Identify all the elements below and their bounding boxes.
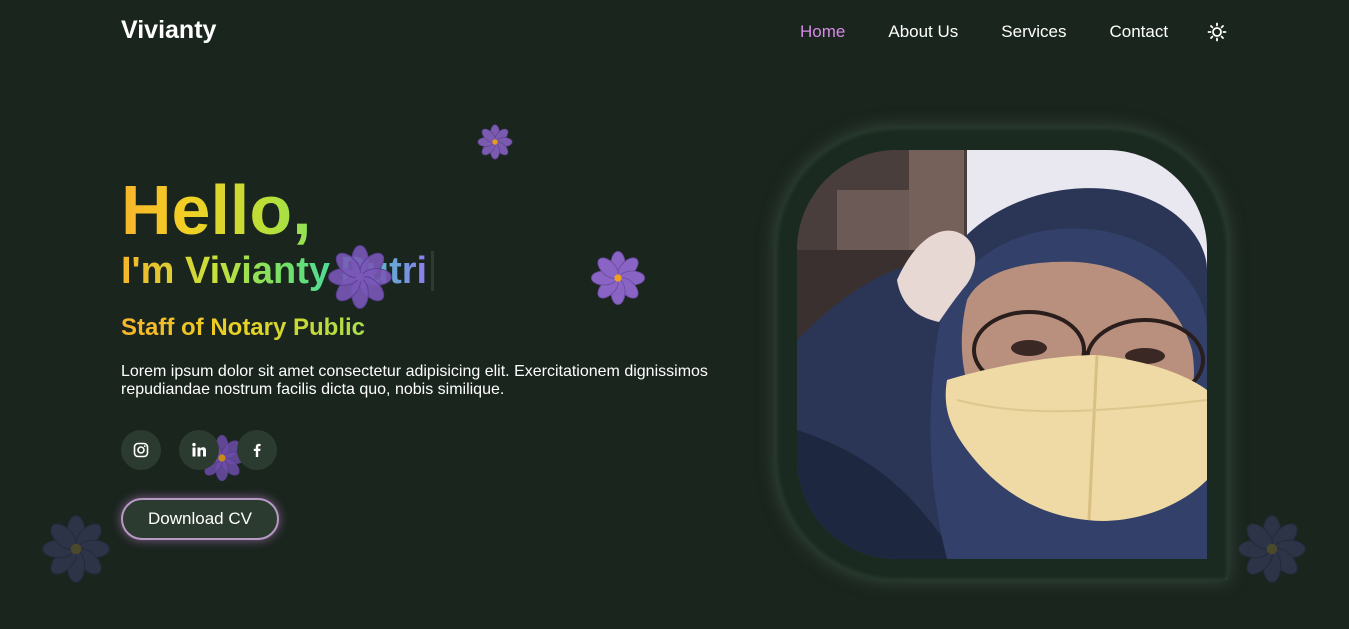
- instagram-icon: [133, 442, 149, 458]
- profile-photo-illustration: [797, 150, 1207, 559]
- linkedin-icon: [192, 442, 206, 457]
- nav-about-us[interactable]: About Us: [888, 22, 958, 42]
- download-cv-button[interactable]: Download CV: [121, 498, 279, 540]
- facebook-icon: [253, 443, 261, 457]
- flower-decoration: [1238, 515, 1306, 583]
- instagram-link[interactable]: [121, 430, 161, 470]
- page: Vivianty Home About Us Services Contact …: [0, 0, 1349, 629]
- theme-toggle-button[interactable]: [1207, 22, 1227, 42]
- main-nav: Home About Us Services Contact: [800, 22, 1211, 42]
- brand-logo[interactable]: Vivianty: [121, 16, 216, 45]
- linkedin-link[interactable]: [179, 430, 219, 470]
- hero-greeting: Hello,: [121, 168, 312, 252]
- facebook-link[interactable]: [237, 430, 277, 470]
- profile-photo: [797, 150, 1207, 559]
- flower-decoration: [590, 250, 646, 306]
- typing-caret: [431, 251, 435, 291]
- nav-contact[interactable]: Contact: [1109, 22, 1168, 42]
- nav-home[interactable]: Home: [800, 22, 845, 42]
- hero-role: Staff of Notary Public: [121, 314, 366, 341]
- nav-services[interactable]: Services: [1001, 22, 1066, 42]
- flower-decoration: [42, 515, 110, 583]
- flower-decoration: [328, 245, 392, 309]
- flower-decoration: [477, 124, 513, 160]
- sun-icon: [1207, 22, 1227, 42]
- hero-description: Lorem ipsum dolor sit amet consectetur a…: [121, 363, 708, 398]
